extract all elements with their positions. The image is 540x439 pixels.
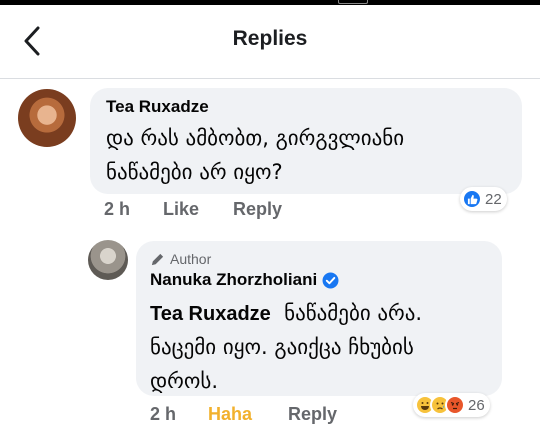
- comment-author-name[interactable]: Tea Ruxadze: [106, 97, 209, 117]
- angry-icon: [445, 395, 465, 415]
- like-button[interactable]: Like: [163, 199, 199, 220]
- avatar[interactable]: [88, 240, 128, 280]
- reply-button[interactable]: Reply: [233, 199, 282, 220]
- comment-timestamp: 2 h: [104, 199, 131, 219]
- comment-author-name[interactable]: Nanuka Zhorzholiani: [150, 270, 317, 290]
- tagged-user[interactable]: Tea Ruxadze: [150, 303, 271, 325]
- reply-button[interactable]: Reply: [288, 404, 337, 425]
- reaction-summary[interactable]: 22: [460, 187, 507, 211]
- comment-text-line: და რას ამბობთ, გირგვლიანი: [106, 126, 405, 150]
- top-bar: Replies: [0, 5, 540, 79]
- author-badge: Author: [150, 251, 211, 267]
- comment-author-row[interactable]: Nanuka Zhorzholiani: [150, 270, 339, 290]
- comment-text-line: Tea Ruxadze ნაწამები არა.: [150, 301, 423, 325]
- comment-text-line: ნაცემი იყო. გაიქცა ჩხუბის: [150, 335, 414, 359]
- page-title: Replies: [232, 27, 308, 50]
- author-badge-label: Author: [170, 251, 212, 267]
- comment-timestamp: 2 h: [150, 404, 177, 424]
- pencil-icon: [151, 253, 164, 265]
- haha-button[interactable]: Haha: [208, 404, 252, 425]
- avatar[interactable]: [18, 89, 76, 147]
- comment-text-line: ნაწამები არ იყო?: [106, 160, 283, 184]
- reaction-count: 26: [468, 396, 485, 414]
- verified-badge-icon: [322, 272, 339, 288]
- comment-text-line: დროს.: [150, 369, 219, 393]
- reaction-summary[interactable]: 26: [413, 393, 490, 417]
- like-icon: [462, 189, 482, 209]
- reaction-count: 22: [485, 190, 502, 208]
